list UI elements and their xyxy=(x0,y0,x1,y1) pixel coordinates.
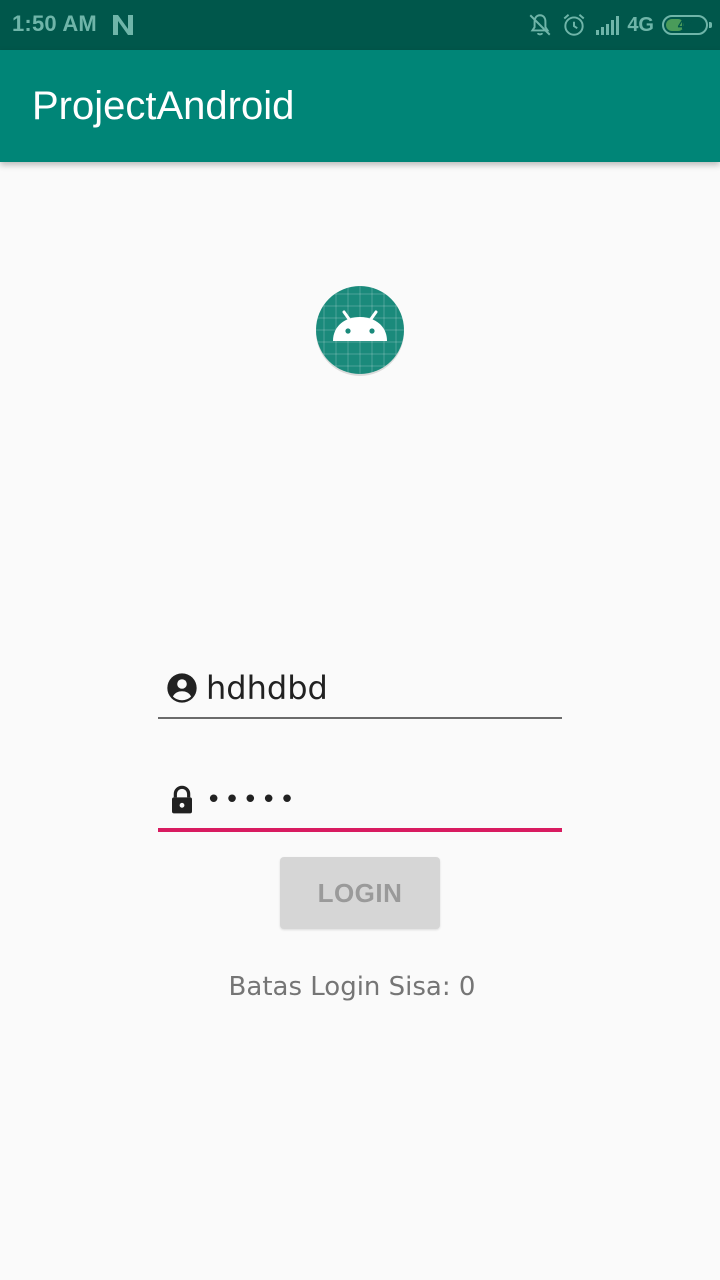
account-circle-icon xyxy=(167,673,197,703)
password-field[interactable] xyxy=(158,772,562,832)
battery-level: 47 xyxy=(677,17,693,32)
username-field[interactable] xyxy=(158,660,562,720)
lock-icon xyxy=(172,785,192,814)
android-robot-icon xyxy=(316,286,404,376)
password-input[interactable] xyxy=(206,778,556,822)
status-icons: 4G 47 xyxy=(519,10,712,40)
app-title: ProjectAndroid xyxy=(32,84,295,128)
bell-off-icon xyxy=(529,14,551,36)
battery-icon: 47 xyxy=(662,15,712,35)
app-bar: ProjectAndroid xyxy=(0,50,720,162)
battery-nub xyxy=(709,22,712,28)
network-type: 4G xyxy=(627,13,654,36)
status-bar: 1:50 AM 4G 47 xyxy=(0,0,720,50)
login-button[interactable]: LOGIN xyxy=(280,857,440,929)
password-underline xyxy=(158,828,562,832)
username-input[interactable] xyxy=(206,666,556,710)
n-notification-icon xyxy=(113,15,133,35)
alarm-icon xyxy=(563,13,585,36)
status-time: 1:50 AM xyxy=(12,11,97,36)
username-underline xyxy=(158,717,562,719)
signal-icon xyxy=(596,16,620,35)
login-remaining-text: Batas Login Sisa: 0 xyxy=(228,972,476,1002)
